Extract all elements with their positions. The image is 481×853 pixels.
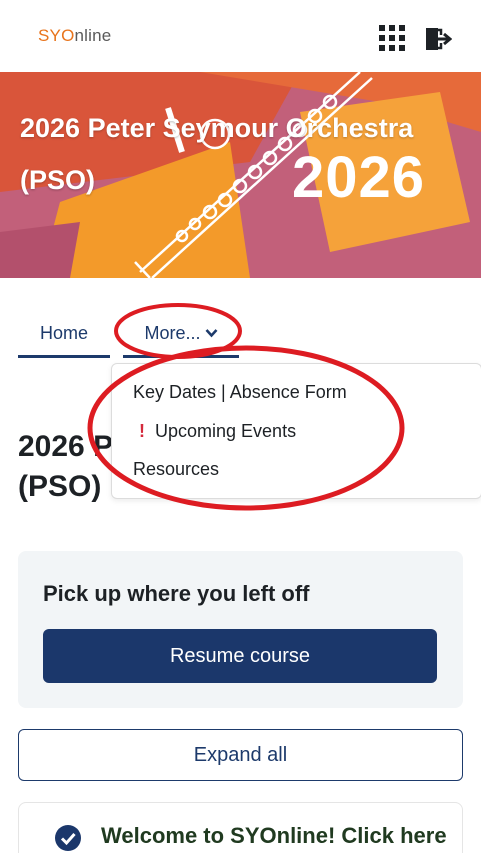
logo-prefix: SYO: [38, 26, 75, 45]
tab-home-label: Home: [39, 323, 88, 343]
course-nav: Home More...: [18, 308, 463, 360]
chevron-down-icon: [205, 329, 217, 338]
tab-more-label: More...: [144, 323, 201, 343]
menu-item-resources-label: Resources: [133, 459, 220, 479]
menu-item-upcoming-events[interactable]: ! Upcoming Events: [133, 421, 296, 442]
resume-card-title: Pick up where you left off: [43, 581, 310, 606]
welcome-section-title: Welcome to SYOnline! Click here: [101, 823, 447, 848]
tab-more[interactable]: More...: [123, 308, 239, 358]
expand-all-button[interactable]: Expand all: [18, 729, 463, 781]
site-logo[interactable]: SYOnline: [38, 26, 111, 46]
check-circle-icon: [55, 825, 81, 851]
course-banner: 2026 Peter Seymour Orchestra (PSO) 2026: [0, 72, 481, 278]
exclamation-icon: !: [139, 421, 145, 441]
logout-icon[interactable]: [424, 26, 452, 52]
banner-year: 2026: [292, 145, 426, 210]
more-dropdown-menu: Key Dates | Absence Form ! Upcoming Event…: [111, 363, 481, 499]
resume-course-button[interactable]: Resume course: [43, 629, 437, 683]
resume-card: Pick up where you left off Resume course: [18, 551, 463, 708]
welcome-section[interactable]: Welcome to SYOnline! Click here: [18, 802, 463, 853]
menu-item-resources[interactable]: Resources: [133, 459, 219, 480]
apps-grid-icon[interactable]: [379, 25, 405, 51]
tab-home[interactable]: Home: [18, 308, 110, 358]
top-navbar: SYOnline: [0, 0, 481, 72]
menu-item-key-dates[interactable]: Key Dates | Absence Form: [133, 382, 347, 403]
menu-item-key-dates-label: Key Dates | Absence Form: [133, 382, 347, 402]
logo-suffix: nline: [74, 26, 112, 45]
menu-item-upcoming-events-label: Upcoming Events: [155, 421, 297, 441]
